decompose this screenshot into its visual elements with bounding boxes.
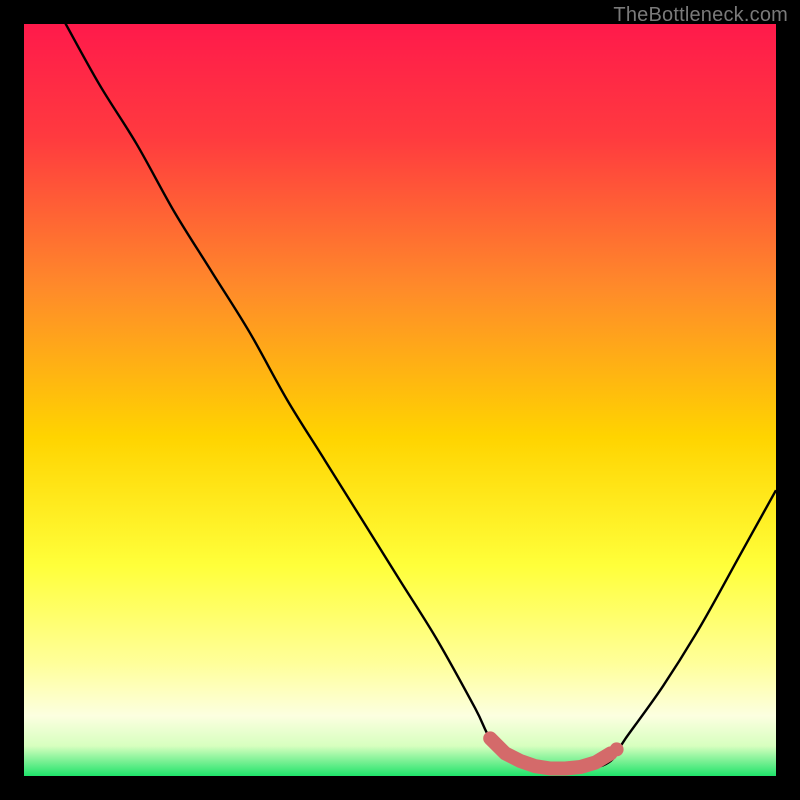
bottleneck-curve xyxy=(24,24,776,769)
optimal-range-marker xyxy=(490,738,623,768)
chart-container: TheBottleneck.com xyxy=(0,0,800,800)
plot-area xyxy=(24,24,776,776)
curve-line xyxy=(24,24,776,769)
marker-line xyxy=(490,738,610,768)
marker-end-dot xyxy=(610,742,624,756)
watermark-text: TheBottleneck.com xyxy=(613,4,788,27)
chart-canvas xyxy=(24,24,776,776)
